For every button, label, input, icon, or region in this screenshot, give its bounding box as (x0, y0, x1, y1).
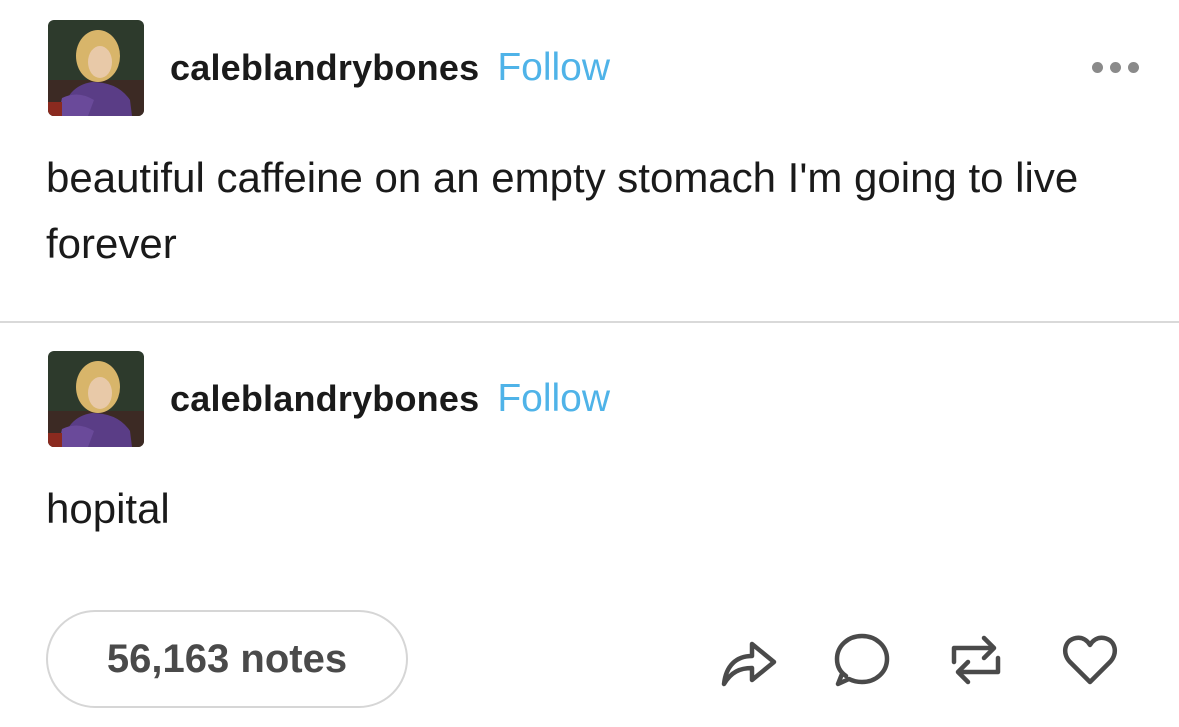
reply-icon[interactable] (832, 630, 892, 690)
more-options-icon[interactable] (1092, 62, 1139, 73)
follow-button[interactable]: Follow (497, 46, 610, 90)
post-header: caleblandrybones Follow (48, 20, 610, 116)
post-text: hopital (46, 485, 170, 532)
post-text: beautiful caffeine on an empty stomach I… (46, 154, 1079, 267)
divider (0, 321, 1179, 323)
share-icon[interactable] (718, 630, 778, 690)
avatar[interactable] (48, 351, 144, 447)
post-actions (0, 630, 1179, 690)
dot (1092, 62, 1103, 73)
username[interactable]: caleblandrybones (170, 47, 479, 89)
follow-button[interactable]: Follow (497, 377, 610, 421)
tumblr-post: caleblandrybones Follow beautiful caffei… (0, 0, 1179, 727)
avatar[interactable] (48, 20, 144, 116)
dot (1110, 62, 1121, 73)
reblog-icon[interactable] (946, 630, 1006, 690)
dot (1128, 62, 1139, 73)
username[interactable]: caleblandrybones (170, 378, 479, 420)
post-header: caleblandrybones Follow (48, 351, 610, 447)
heart-icon[interactable] (1060, 630, 1120, 690)
